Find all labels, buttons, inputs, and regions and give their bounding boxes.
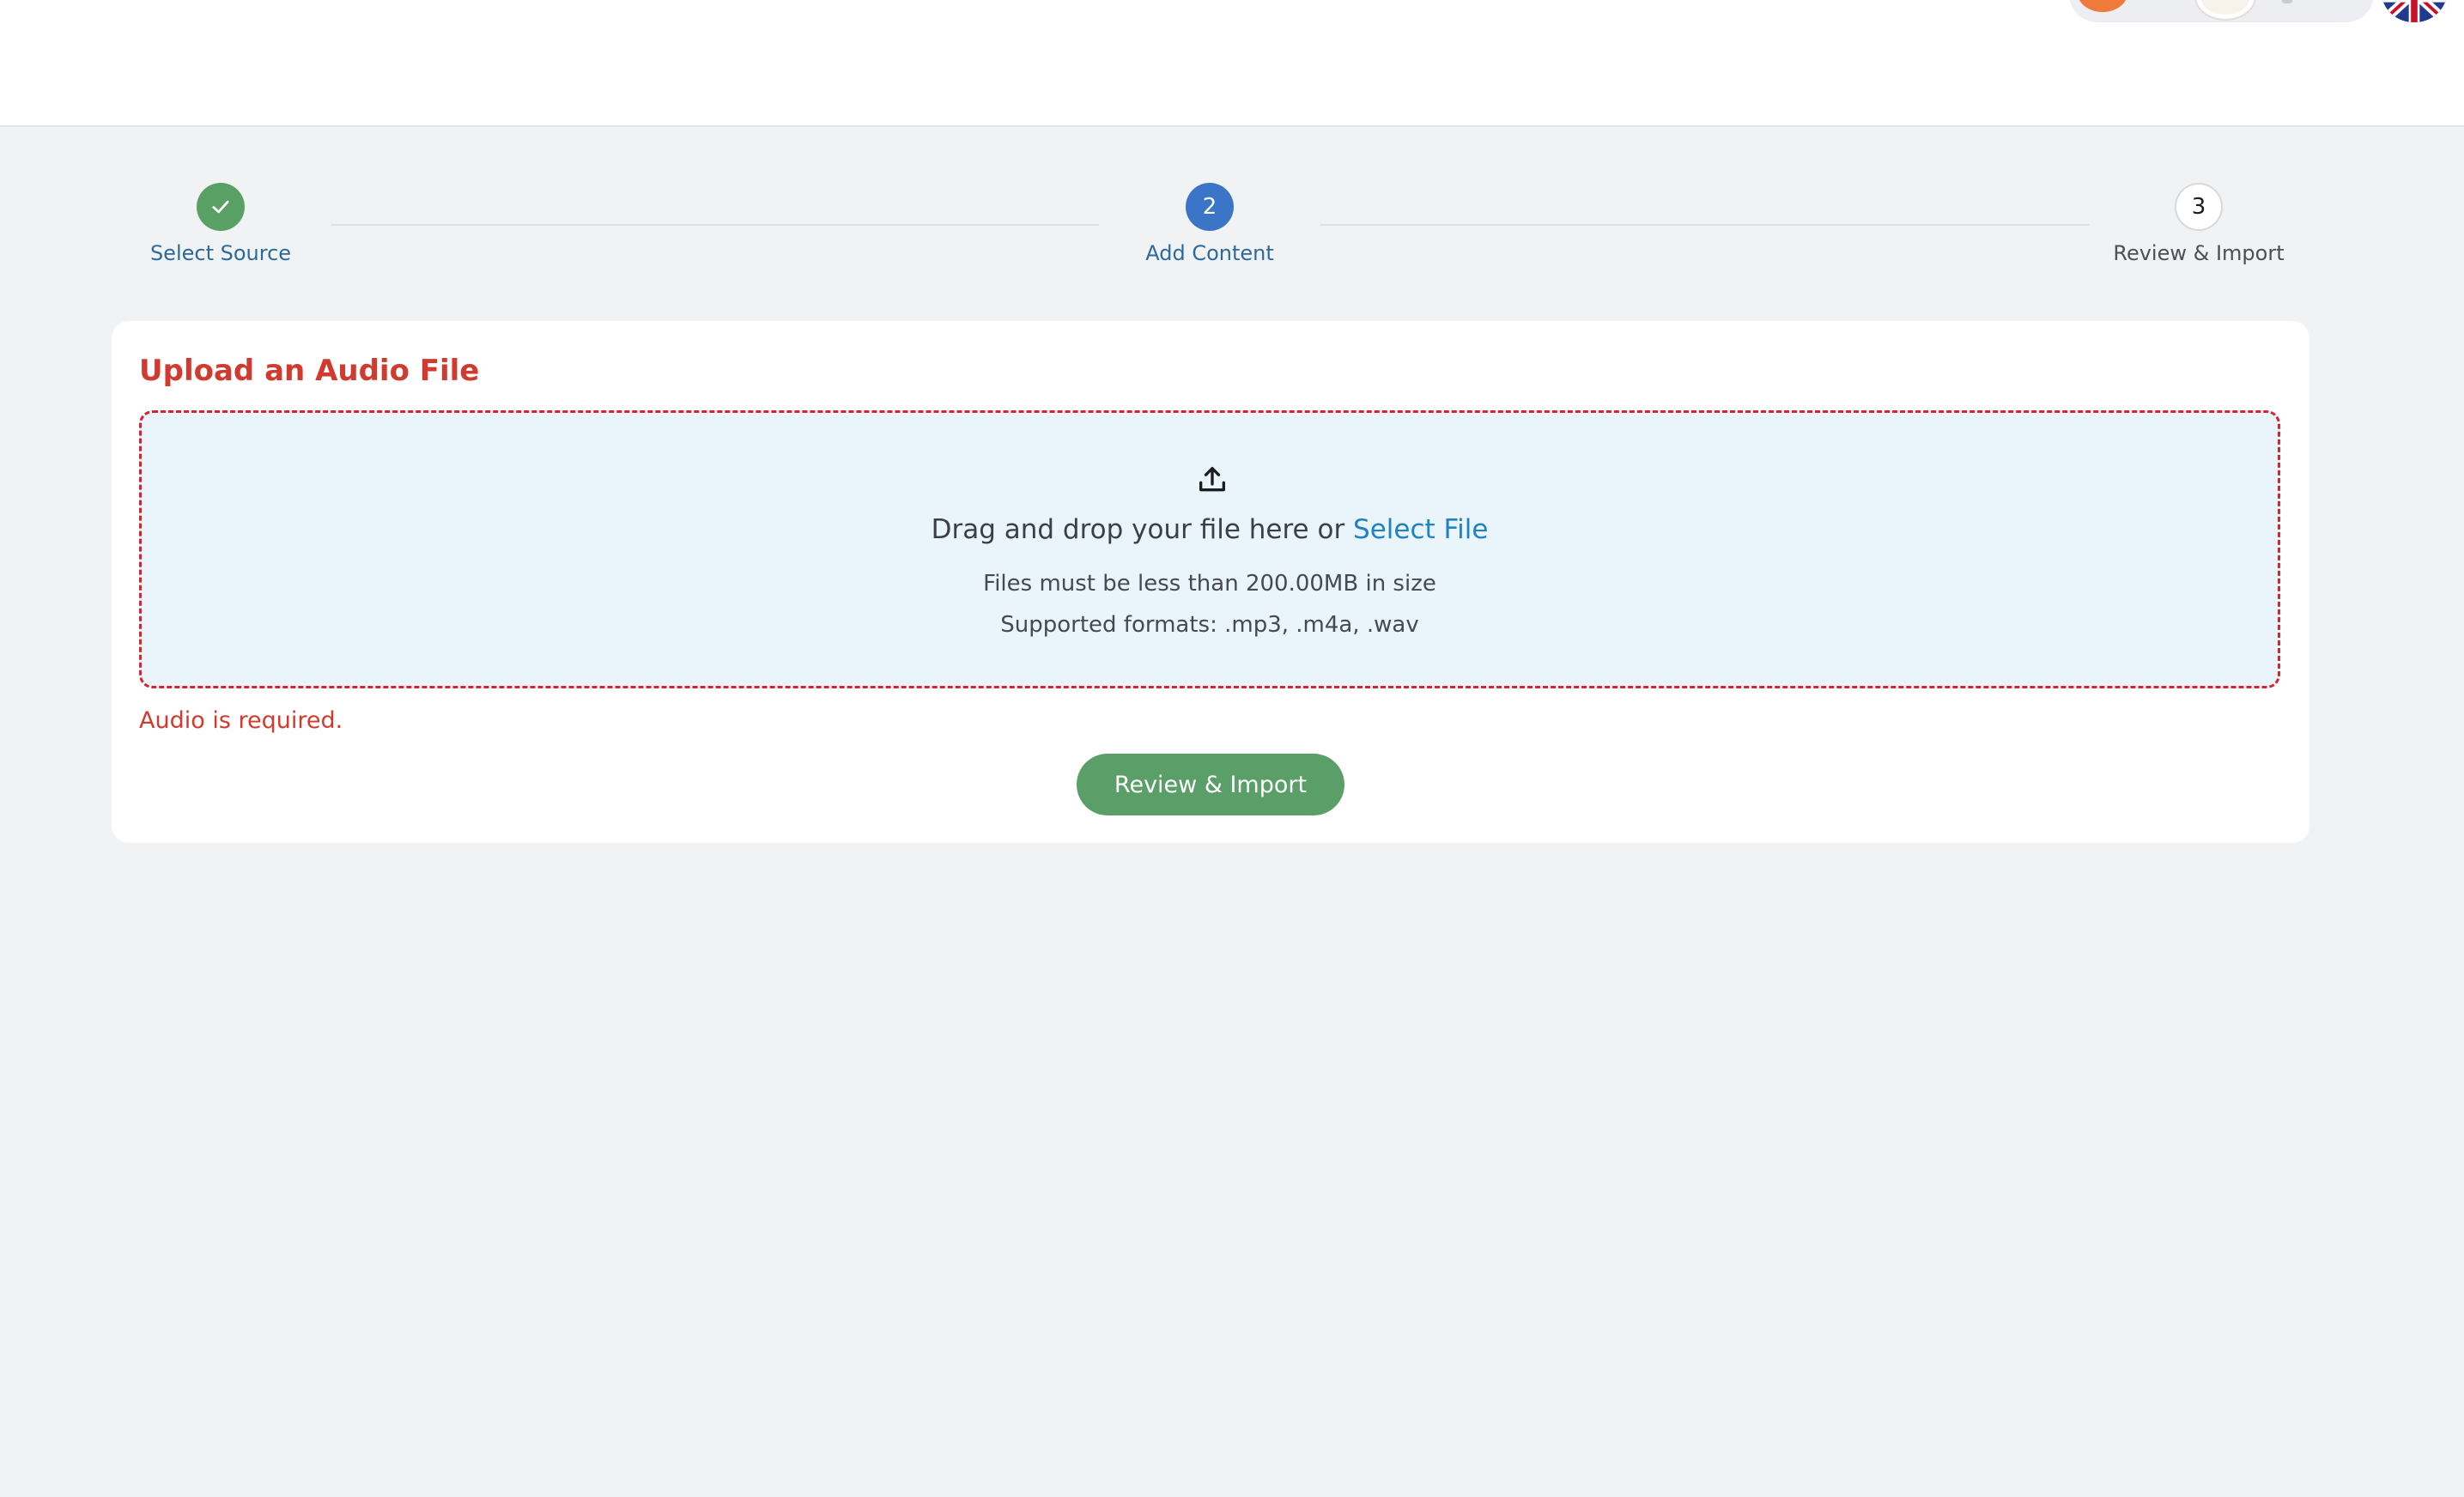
top-header [0, 0, 2464, 127]
validation-error: Audio is required. [139, 707, 343, 734]
file-dropzone[interactable]: Drag and drop your file here or Select F… [139, 410, 2280, 688]
menu-indicator-icon [2282, 0, 2292, 3]
step-number: 3 [2175, 183, 2223, 231]
select-file-link[interactable]: Select File [1353, 514, 1488, 545]
step-review-import[interactable]: 3 Review & Import [2096, 183, 2302, 265]
drag-drop-text: Drag and drop your file here or [931, 514, 1345, 545]
step-label: Add Content [1145, 241, 1274, 265]
step-connector-1 [331, 224, 1099, 226]
step-label: Review & Import [2113, 241, 2285, 265]
upload-icon [1199, 467, 1225, 492]
step-number: 2 [1186, 183, 1234, 231]
step-connector-2 [1320, 224, 2090, 226]
supported-formats-text: Supported formats: .mp3, .m4a, .wav [1000, 612, 1419, 638]
uk-flag-icon[interactable] [2382, 0, 2447, 22]
step-add-content[interactable]: 2 Add Content [1107, 183, 1313, 265]
upload-card: Upload an Audio File Drag and drop your … [112, 321, 2309, 843]
drop-instructions: Drag and drop your file here or Select F… [142, 514, 2278, 545]
checkmark-icon [197, 183, 245, 231]
size-limit-text: Files must be less than 200.00MB in size [983, 571, 1436, 597]
review-import-button[interactable]: Review & Import [1077, 754, 1344, 815]
step-label: Select Source [149, 241, 292, 265]
card-title: Upload an Audio File [139, 354, 480, 388]
step-select-source[interactable]: Select Source [118, 183, 324, 265]
